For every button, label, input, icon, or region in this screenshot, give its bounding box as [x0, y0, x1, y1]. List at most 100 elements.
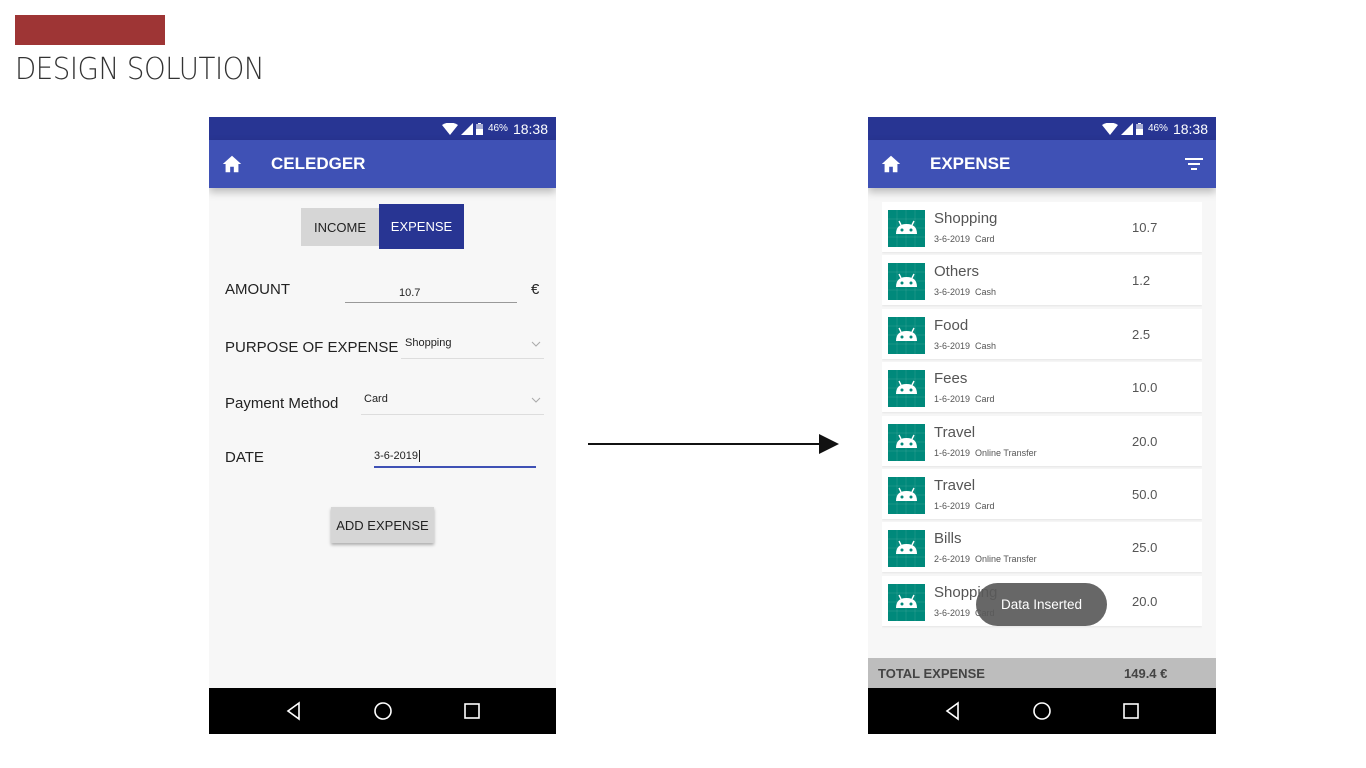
item-subtitle: 1-6-2019 Online Transfer [934, 448, 1037, 458]
amount-field[interactable] [345, 302, 517, 303]
android-icon [888, 316, 925, 354]
android-icon [888, 210, 925, 247]
app-title: EXPENSE [930, 154, 1011, 173]
income-expense-toggle: INCOME EXPENSE [301, 204, 464, 249]
payment-dropdown[interactable] [361, 414, 544, 415]
android-icon [888, 530, 925, 568]
item-subtitle: 1-6-2019 Card [934, 501, 995, 511]
item-subtitle: 3-6-2019 Cash [934, 341, 996, 351]
item-method: Cash [975, 287, 997, 298]
nav-bar [209, 688, 556, 734]
list-item[interactable]: Food 3-6-2019 Cash 2.5 [882, 308, 1202, 359]
item-amount: 10.7 [1132, 220, 1158, 235]
item-amount: 1.2 [1132, 273, 1151, 289]
android-icon [888, 423, 925, 461]
item-subtitle: 1-6-2019 Card [934, 394, 995, 404]
amount-label: AMOUNT [225, 281, 290, 298]
accent-bar [15, 15, 165, 45]
add-expense-button[interactable]: ADD EXPENSE [331, 507, 434, 543]
amount-value: 10.7 [399, 287, 421, 299]
item-method: Card [975, 500, 995, 511]
app-title: CELEDGER [271, 154, 366, 173]
status-bar: 46% 18:38 [209, 117, 556, 140]
item-amount: 50.0 [1132, 486, 1158, 502]
android-icon [888, 583, 925, 621]
phone-expense-list: 46% 18:38 EXPENSE Shopping 3-6-2019 Card 1… [868, 117, 1216, 734]
list-item[interactable]: Shopping 3-6-2019 Card 10.7 [882, 202, 1202, 252]
clock: 18:38 [1172, 120, 1208, 137]
clock: 18:38 [512, 120, 548, 137]
android-icon [888, 370, 925, 408]
item-title: Fees [934, 370, 968, 388]
battery-percent: 46% [1147, 123, 1168, 134]
recents-icon[interactable] [1121, 701, 1141, 721]
flow-arrow [588, 443, 820, 445]
payment-label: Payment Method [225, 395, 339, 412]
income-tab[interactable]: INCOME [301, 208, 379, 246]
back-icon[interactable] [943, 701, 963, 721]
battery-icon [475, 122, 483, 135]
date-field[interactable] [374, 466, 536, 468]
phone-add-expense: 46% 18:38 CELEDGER INCOME EXPENSE AMOUNT… [209, 117, 556, 734]
item-title: Travel [934, 476, 976, 494]
expense-tab[interactable]: EXPENSE [379, 204, 464, 249]
home-circle-icon[interactable] [1032, 701, 1052, 721]
toast-message: Data Inserted [976, 583, 1107, 626]
expense-list[interactable]: Shopping 3-6-2019 Card 10.7 Others 3-6-2019 … [882, 202, 1202, 642]
item-date: 1-6-2019 [934, 500, 971, 511]
purpose-label: PURPOSE OF EXPENSE [225, 339, 399, 356]
wifi-icon [441, 122, 458, 135]
item-subtitle: 2-6-2019 Online Transfer [934, 554, 1037, 564]
item-title: Bills [934, 530, 962, 548]
home-circle-icon[interactable] [373, 701, 393, 721]
list-item[interactable]: Others 3-6-2019 Cash 1.2 [882, 255, 1202, 306]
item-amount: 10.0 [1132, 380, 1158, 396]
item-amount: 2.5 [1132, 326, 1151, 342]
arrow-head [819, 434, 839, 454]
battery-icon [1135, 122, 1143, 135]
total-value: 149.4 € [1124, 665, 1168, 681]
filter-icon[interactable] [1184, 155, 1204, 173]
item-method: Cash [975, 340, 997, 351]
item-date: 1-6-2019 [934, 447, 971, 458]
nav-bar [868, 688, 1216, 734]
home-icon[interactable] [221, 153, 243, 175]
cell-signal-icon [460, 122, 473, 135]
item-method: Card [975, 394, 995, 405]
app-bar: EXPENSE [868, 140, 1216, 188]
battery-percent: 46% [487, 123, 508, 134]
purpose-dropdown[interactable] [401, 358, 544, 359]
signal-icons [1101, 122, 1143, 135]
item-title: Others [934, 263, 980, 281]
payment-value: Card [364, 393, 388, 405]
chevron-down-icon[interactable] [531, 397, 541, 403]
item-title: Shopping [934, 210, 998, 227]
list-item[interactable]: Travel 1-6-2019 Online Transfer 20.0 [882, 415, 1202, 466]
item-date: 2-6-2019 [934, 554, 971, 565]
date-value: 3-6-2019 [374, 450, 421, 462]
item-date: 3-6-2019 [934, 340, 971, 351]
item-date: 3-6-2019 [934, 287, 971, 298]
total-bar: TOTAL EXPENSE 149.4 € [868, 658, 1216, 688]
android-icon [888, 476, 925, 514]
signal-icons [441, 122, 483, 135]
slide-title: DESIGN SOLUTION [15, 52, 265, 87]
cell-signal-icon [1120, 122, 1133, 135]
item-date: 1-6-2019 [934, 394, 971, 405]
app-bar: CELEDGER [209, 140, 556, 188]
list-item[interactable]: Fees 1-6-2019 Card 10.0 [882, 362, 1202, 413]
item-title: Food [934, 316, 969, 334]
date-label: DATE [225, 449, 264, 466]
list-item[interactable]: Bills 2-6-2019 Online Transfer 25.0 [882, 522, 1202, 573]
recents-icon[interactable] [462, 701, 482, 721]
list-item[interactable]: Travel 1-6-2019 Card 50.0 [882, 468, 1202, 519]
home-icon[interactable] [880, 153, 902, 175]
item-method: Online Transfer [975, 554, 1037, 565]
chevron-down-icon[interactable] [531, 341, 541, 347]
item-method: Online Transfer [975, 447, 1037, 458]
item-date: 3-6-2019 [934, 234, 971, 244]
back-icon[interactable] [284, 701, 304, 721]
item-amount: 20.0 [1132, 433, 1158, 449]
item-subtitle: 3-6-2019 Cash [934, 287, 996, 297]
wifi-icon [1101, 122, 1118, 135]
